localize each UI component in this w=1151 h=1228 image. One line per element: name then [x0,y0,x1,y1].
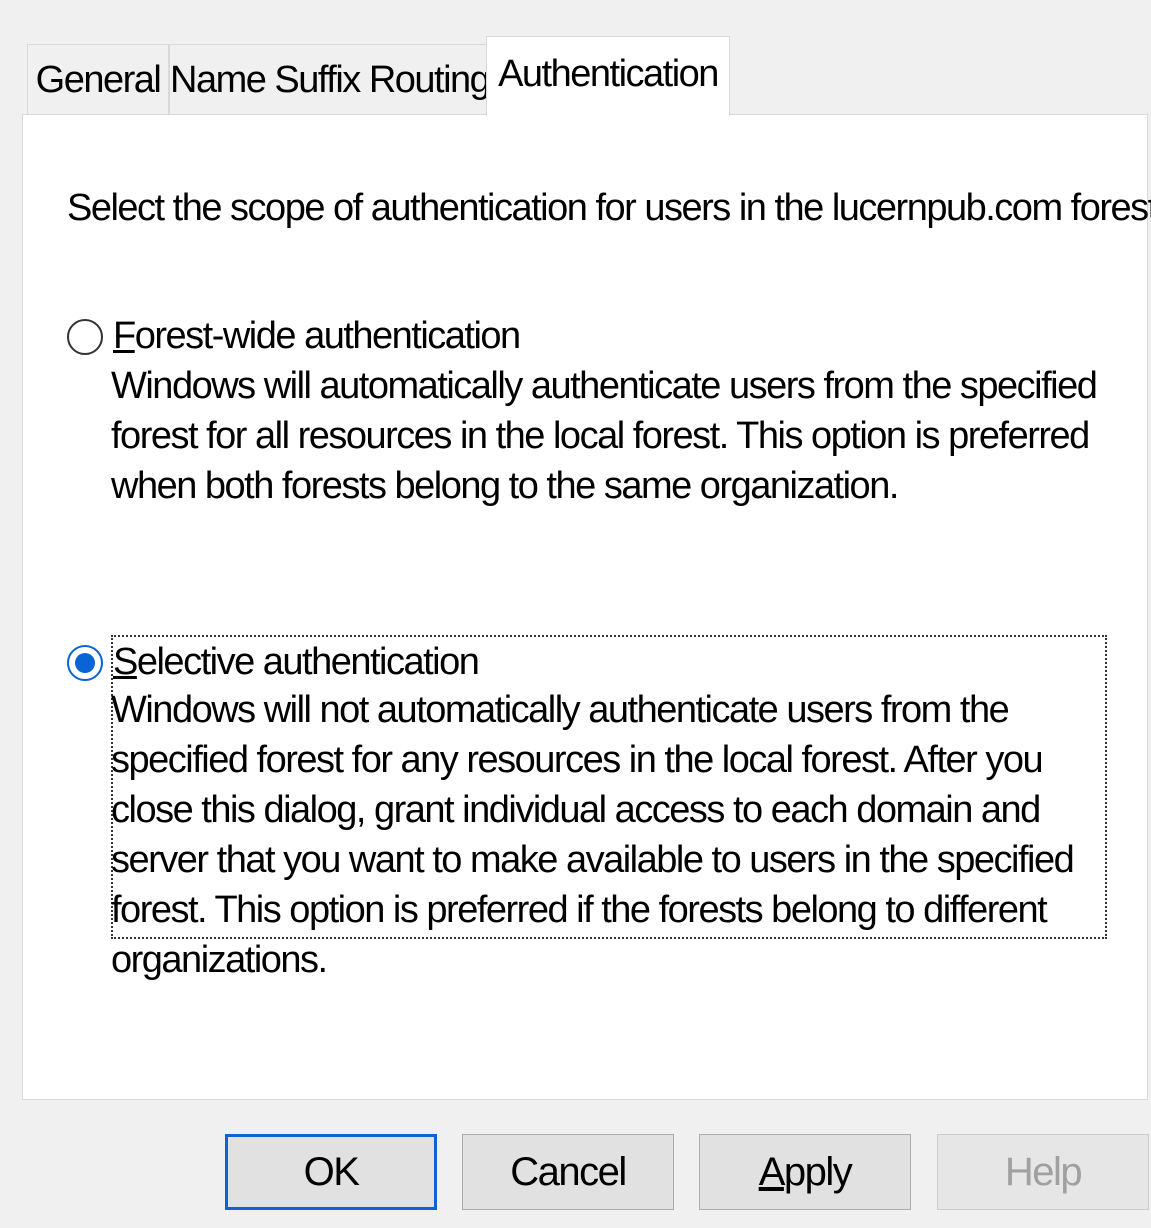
forest-wide-description: Windows will automatically authenticate … [111,365,1098,507]
selective-description: Windows will not automatically authentic… [111,689,1075,981]
selective-access-key: S [113,641,138,683]
radio-selected-dot [75,653,95,673]
apply-label-text: pply [783,1149,853,1194]
selective-radio[interactable] [67,645,103,681]
cancel-button[interactable]: Cancel [462,1134,674,1210]
tab-name-suffix-routing[interactable]: Name Suffix Routing [169,44,491,114]
authentication-panel: Select the scope of authentication for u… [22,114,1151,1100]
apply-button[interactable]: Apply [699,1134,911,1210]
selective-label-text: elective authentication [136,641,480,683]
selective-label[interactable]: Selective authentication [113,641,480,684]
tab-authentication[interactable]: Authentication [486,36,730,116]
ok-button[interactable]: OK [225,1134,437,1210]
forest-wide-label-text: orest-wide authentication [134,315,521,357]
tab-general[interactable]: General [27,44,169,114]
scope-instruction-text: Select the scope of authentication for u… [67,187,1151,229]
forest-wide-access-key: F [113,315,136,357]
forest-wide-label[interactable]: Forest-wide authentication [113,315,521,358]
forest-wide-radio[interactable] [67,319,103,355]
apply-access-key: A [758,1149,786,1194]
help-button: Help [937,1134,1149,1210]
